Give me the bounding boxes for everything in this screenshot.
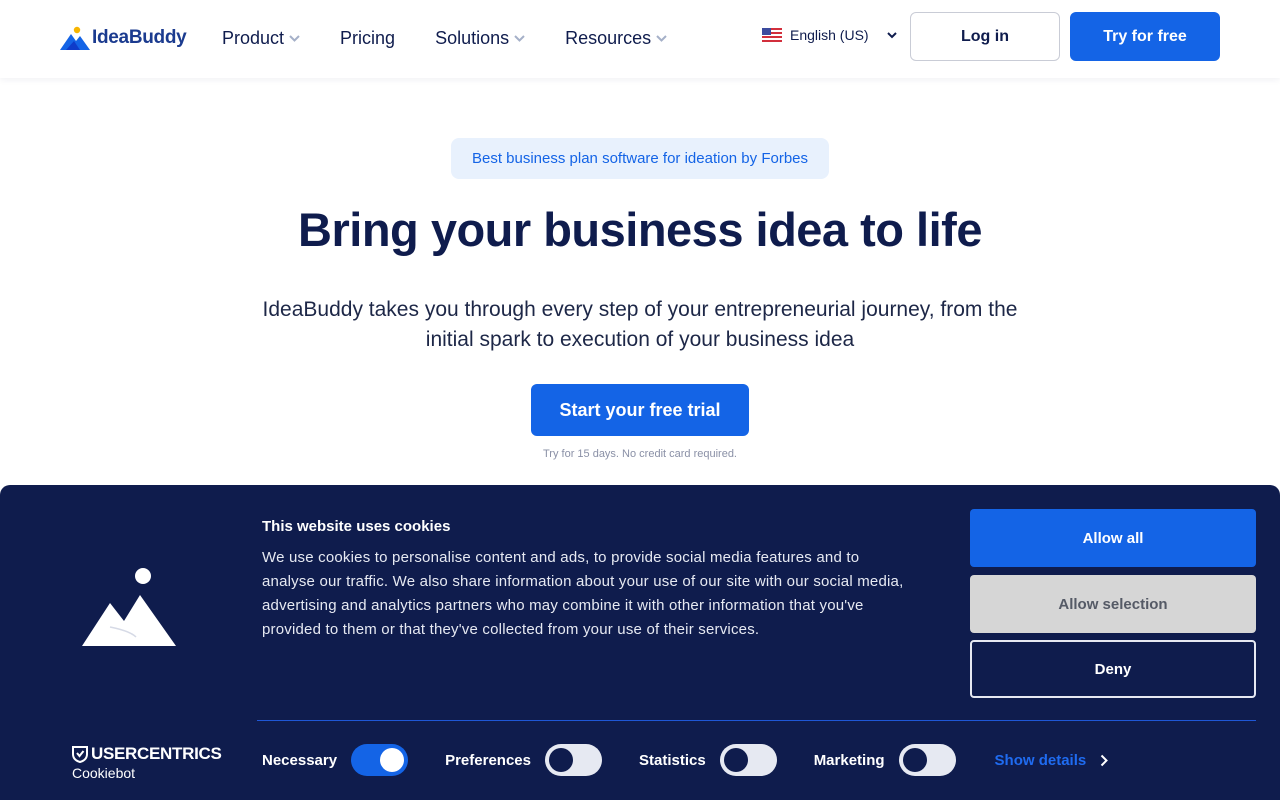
marketing-switch[interactable] <box>898 744 956 776</box>
chevron-down-icon <box>656 35 667 42</box>
nav-solutions[interactable]: Solutions <box>435 28 525 49</box>
try-for-free-button[interactable]: Try for free <box>1070 12 1220 61</box>
cookie-text: We use cookies to personalise content an… <box>262 549 904 638</box>
chevron-down-icon <box>886 31 897 38</box>
toggle-preferences-label: Preferences <box>445 751 531 769</box>
top-navbar: IdeaBuddy Product Pricing Solutions Reso… <box>0 0 1280 78</box>
hero-title: Bring your business idea to life <box>298 203 982 256</box>
allow-selection-button[interactable]: Allow selection <box>970 575 1256 633</box>
necessary-switch[interactable] <box>351 744 409 776</box>
cookie-banner: USERCENTRICS Cookiebot This website uses… <box>0 485 1280 800</box>
toggle-marketing-label: Marketing <box>813 751 885 769</box>
cookie-divider <box>257 720 1256 721</box>
nav-resources-label: Resources <box>565 28 652 48</box>
hero-subtitle: IdeaBuddy takes you through every step o… <box>262 298 1018 351</box>
toggle-preferences: Preferences <box>445 744 602 776</box>
toggle-statistics: Statistics <box>639 744 777 776</box>
nav-product[interactable]: Product <box>222 28 300 49</box>
main-menu: Product Pricing Solutions Resources <box>222 28 707 49</box>
login-button[interactable]: Log in <box>910 12 1060 61</box>
usercentrics-brand: USERCENTRICS <box>91 744 222 763</box>
logo-text: IdeaBuddy <box>92 27 187 48</box>
nav-solutions-label: Solutions <box>435 28 510 48</box>
us-flag-icon <box>762 28 782 42</box>
language-selector[interactable]: English (US) <box>762 27 897 43</box>
chevron-right-icon <box>1101 754 1109 766</box>
show-details-link[interactable]: Show details <box>995 752 1109 769</box>
allow-all-button[interactable]: Allow all <box>970 509 1256 567</box>
chevron-down-icon <box>289 35 300 42</box>
nav-pricing-label: Pricing <box>340 28 396 48</box>
preferences-switch[interactable] <box>544 744 602 776</box>
nav-product-label: Product <box>222 28 285 48</box>
chevron-down-icon <box>514 35 525 42</box>
mountain-illustration-icon <box>82 568 176 646</box>
deny-button[interactable]: Deny <box>970 640 1256 698</box>
cookiebot-label: Cookiebot <box>72 765 136 781</box>
toggle-necessary-label: Necessary <box>262 751 338 769</box>
nav-pricing[interactable]: Pricing <box>340 28 395 49</box>
toggle-marketing: Marketing <box>814 744 956 776</box>
cookie-toggles: Necessary Preferences Statistics Marketi… <box>262 744 1109 776</box>
ideabuddy-logo[interactable]: IdeaBuddy <box>60 22 187 54</box>
shield-icon <box>72 745 88 763</box>
nav-resources[interactable]: Resources <box>565 28 667 49</box>
usercentrics-logo: USERCENTRICS Cookiebot <box>72 744 222 781</box>
toggle-necessary: Necessary <box>262 744 409 776</box>
language-label: English (US) <box>790 27 869 43</box>
cookie-title: This website uses cookies <box>262 518 451 535</box>
toggle-statistics-label: Statistics <box>638 751 706 769</box>
start-free-trial-button[interactable]: Start your free trial <box>531 384 749 436</box>
trial-note: Try for 15 days. No credit card required… <box>542 448 737 460</box>
ideabuddy-logo-icon <box>60 26 90 50</box>
statistics-switch[interactable] <box>719 744 777 776</box>
forbes-badge: Best business plan software for ideation… <box>451 138 829 179</box>
show-details-label: Show details <box>994 751 1087 769</box>
